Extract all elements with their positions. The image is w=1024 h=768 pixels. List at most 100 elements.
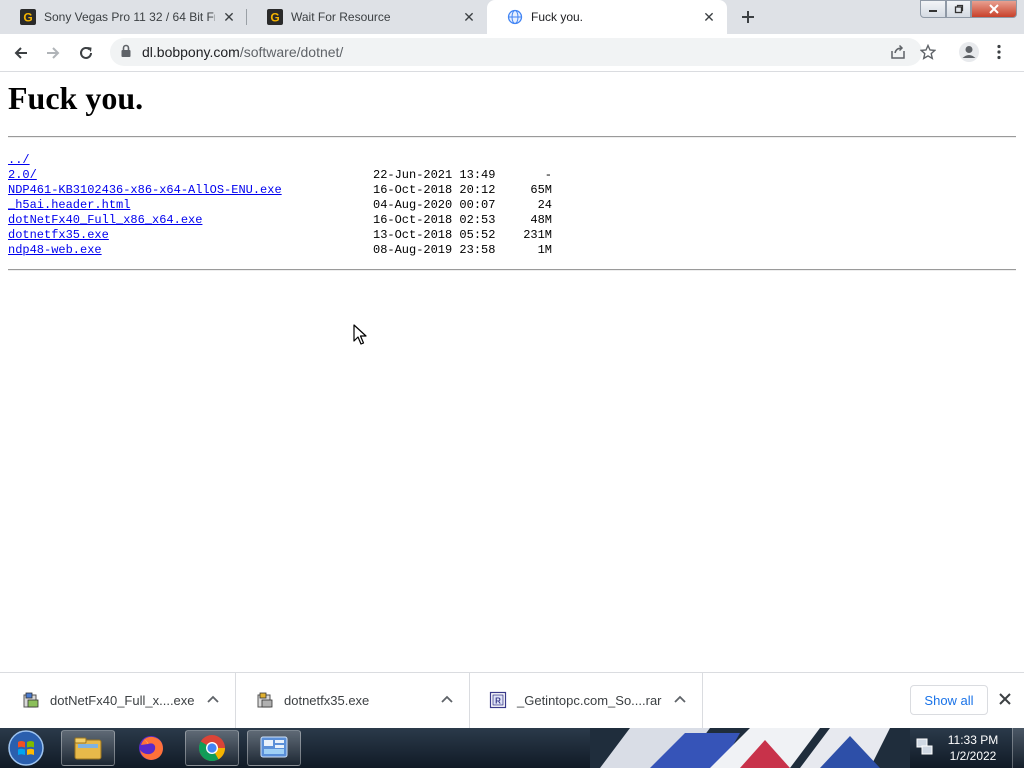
close-tab-icon[interactable]: ✕ (461, 9, 477, 25)
entry-size: 1M (537, 243, 552, 257)
taskbar-chrome[interactable] (185, 730, 239, 766)
listing-row: dotnetfx35.exe 13-Oct-2018 05:52 231M (8, 228, 568, 243)
listing-row: ndp48-web.exe 08-Aug-2019 23:58 1M (8, 243, 568, 258)
getintopc-g-icon: G (20, 9, 36, 25)
browser-toolbar: dl.bobpony.com/software/dotnet/ (0, 34, 1024, 72)
listing-row: NDP461-KB3102436-x86-x64-AllOS-ENU.exe 1… (8, 183, 568, 198)
listing-row: 2.0/ 22-Jun-2021 13:49 - (8, 168, 568, 183)
svg-text:R: R (495, 697, 501, 706)
clock-date: 1/2/2022 (949, 749, 997, 763)
download-shelf: dotNetFx40_Full_x....exe dotnetfx35.exe … (0, 672, 1024, 729)
download-item[interactable]: R _Getintopc.com_So....rar (469, 673, 703, 729)
wallpaper-peek (590, 728, 910, 768)
restore-button[interactable] (946, 0, 971, 18)
svg-text:G: G (270, 11, 279, 25)
entry-date: 16-Oct-2018 02:53 (373, 213, 496, 227)
entry-size: 65M (530, 183, 552, 197)
start-button[interactable] (6, 729, 46, 767)
clock-time: 11:33 PM (947, 733, 999, 747)
reload-icon (80, 46, 92, 59)
installer-icon (23, 692, 39, 708)
download-filename: dotNetFx40_Full_x....exe (50, 693, 195, 708)
minimize-button[interactable] (920, 0, 946, 18)
back-button[interactable] (8, 40, 34, 66)
page-title: Fuck you. (8, 80, 144, 116)
share-icon[interactable] (890, 44, 906, 60)
entry-link[interactable]: NDP461-KB3102436-x86-x64-AllOS-ENU.exe (8, 183, 282, 198)
tab-wait-for-resource[interactable]: G Wait For Resource ✕ (247, 0, 487, 34)
file-explorer-icon (74, 737, 102, 760)
page-content: Fuck you. ../ 2.0/ 22-Jun-2021 13:49 - N… (0, 72, 1024, 672)
firefox-icon (139, 736, 163, 760)
tab-strip: G Sony Vegas Pro 11 32 / 64 Bit Fre ✕ G … (0, 0, 1024, 34)
url-text[interactable]: dl.bobpony.com/software/dotnet/ (142, 44, 343, 60)
getintopc-g-icon: G (267, 9, 283, 25)
system-clock[interactable]: 11:33 PM 1/2/2022 (944, 732, 1002, 764)
download-filename: dotnetfx35.exe (284, 693, 370, 708)
taskbar-firefox[interactable] (124, 730, 178, 766)
entry-size: 48M (530, 213, 552, 227)
listing-row: ../ (8, 153, 568, 168)
listing-row: dotNetFx40_Full_x86_x64.exe 16-Oct-2018 … (8, 213, 568, 228)
chevron-up-icon[interactable] (207, 695, 219, 703)
show-all-downloads-button[interactable]: Show all (910, 685, 988, 715)
entry-link[interactable]: ndp48-web.exe (8, 243, 102, 258)
restore-icon (954, 4, 963, 14)
installer-icon (257, 692, 273, 708)
reload-button[interactable] (73, 40, 99, 66)
close-icon[interactable] (998, 692, 1012, 706)
tab-active-page[interactable]: Fuck you. ✕ (487, 0, 727, 34)
entry-size: - (544, 168, 552, 182)
close-window-button[interactable] (971, 0, 1017, 18)
taskbar-control-panel[interactable] (247, 730, 301, 766)
entry-date: 13-Oct-2018 05:52 (373, 228, 496, 242)
close-tab-icon[interactable]: ✕ (221, 9, 237, 25)
tab-sony-vegas[interactable]: G Sony Vegas Pro 11 32 / 64 Bit Fre ✕ (0, 0, 247, 34)
svg-text:G: G (23, 11, 32, 25)
entry-date: 08-Aug-2019 23:58 (373, 243, 496, 257)
entry-date: 22-Jun-2021 13:49 (373, 168, 496, 182)
arrow-right-icon (47, 47, 60, 59)
forward-button[interactable] (40, 40, 66, 66)
tab-title: Fuck you. (531, 10, 584, 24)
close-tab-icon[interactable]: ✕ (701, 9, 717, 25)
directory-listing: ../ 2.0/ 22-Jun-2021 13:49 - NDP461-KB31… (8, 153, 568, 258)
tab-title: Sony Vegas Pro 11 32 / 64 Bit Fre (44, 10, 215, 24)
download-filename: _Getintopc.com_So....rar (517, 693, 662, 708)
profile-avatar-icon[interactable] (958, 41, 980, 63)
bookmark-star-icon[interactable] (920, 44, 936, 60)
chevron-up-icon[interactable] (674, 695, 686, 703)
show-desktop-button[interactable] (1012, 728, 1024, 768)
entry-link[interactable]: dotnetfx35.exe (8, 228, 109, 243)
entry-link[interactable]: dotNetFx40_Full_x86_x64.exe (8, 213, 202, 228)
entry-date: 16-Oct-2018 20:12 (373, 183, 496, 197)
entry-date: 04-Aug-2020 00:07 (373, 198, 496, 212)
taskbar-file-explorer[interactable] (61, 730, 115, 766)
lock-icon[interactable] (120, 44, 132, 58)
tab-title: Wait For Resource (291, 10, 391, 24)
entry-link[interactable]: _h5ai.header.html (8, 198, 130, 213)
kebab-menu-icon[interactable] (996, 44, 1002, 60)
window-controls (920, 0, 1024, 20)
plus-icon (742, 11, 754, 23)
listing-row: _h5ai.header.html 04-Aug-2020 00:07 24 (8, 198, 568, 213)
url-host: dl.bobpony.com (142, 44, 240, 60)
top-divider (8, 136, 1016, 138)
download-item[interactable]: dotnetfx35.exe (236, 673, 470, 729)
network-icon[interactable] (916, 738, 934, 756)
url-path: /software/dotnet/ (239, 44, 344, 60)
parent-directory-link[interactable]: ../ (8, 153, 30, 168)
chrome-icon (198, 735, 226, 762)
mouse-cursor-icon (353, 324, 367, 345)
rar-archive-icon: R (489, 691, 507, 709)
close-icon (989, 4, 999, 14)
arrow-left-icon (14, 47, 27, 59)
minimize-icon (929, 10, 937, 12)
control-panel-icon (260, 736, 288, 758)
chevron-up-icon[interactable] (441, 695, 453, 703)
new-tab-button[interactable] (735, 5, 761, 29)
entry-link[interactable]: 2.0/ (8, 168, 37, 183)
entry-size: 24 (537, 198, 552, 212)
address-bar[interactable]: dl.bobpony.com/software/dotnet/ (110, 38, 922, 66)
download-item[interactable]: dotNetFx40_Full_x....exe (2, 673, 236, 729)
